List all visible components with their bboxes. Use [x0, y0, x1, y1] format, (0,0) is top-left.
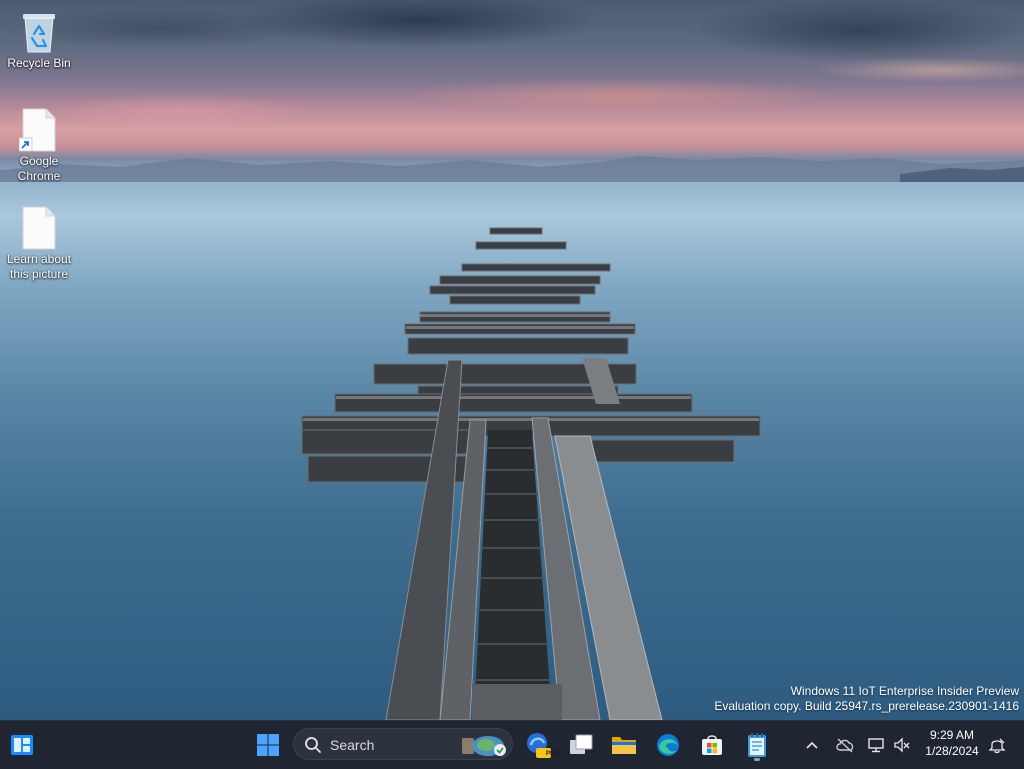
- desktop-icon-label: Learn about this picture: [6, 252, 72, 281]
- network-icon: [868, 738, 884, 753]
- speaker-muted-icon: [894, 737, 910, 753]
- chevron-up-icon: [806, 741, 818, 749]
- taskbar-search-box[interactable]: Search: [293, 728, 513, 760]
- windows-logo-icon: [257, 734, 279, 756]
- evaluation-watermark: Windows 11 IoT Enterprise Insider Previe…: [714, 684, 1019, 714]
- folder-icon: [612, 737, 636, 754]
- notifications-button[interactable]: [986, 721, 1008, 769]
- file-icon: [19, 206, 59, 250]
- task-view-button[interactable]: [563, 727, 599, 763]
- watermark-line-2: Evaluation copy. Build 25947.rs_prerelea…: [714, 699, 1019, 713]
- clock-time: 9:29 AM: [929, 728, 975, 742]
- desktop-icon-label: Google Chrome: [17, 154, 61, 183]
- copilot-button[interactable]: PRE: [520, 727, 559, 763]
- network-button[interactable]: [864, 721, 888, 769]
- show-hidden-icons-button[interactable]: [800, 721, 824, 769]
- task-view-icon: [570, 734, 593, 754]
- notification-bell-icon: [988, 738, 1006, 754]
- widgets-button[interactable]: [4, 727, 40, 763]
- desktop-wallpaper: Recycle Bin Google Chrome Learn about th…: [0, 0, 1024, 720]
- notepad-icon: [748, 733, 766, 757]
- onedrive-button[interactable]: [832, 721, 858, 769]
- running-indicator: [754, 758, 760, 761]
- store-icon: [702, 735, 722, 755]
- widgets-icon: [11, 735, 33, 755]
- copilot-pre-badge: PRE: [546, 751, 559, 757]
- search-placeholder: Search: [330, 737, 375, 753]
- recycle-bin-icon: [19, 10, 59, 54]
- desktop-icon-recycle-bin[interactable]: Recycle Bin: [2, 2, 76, 71]
- wooden-pier: [301, 227, 761, 720]
- file-explorer-button[interactable]: [606, 727, 642, 763]
- edge-icon: [657, 734, 679, 756]
- store-button[interactable]: [694, 727, 730, 763]
- watermark-line-1: Windows 11 IoT Enterprise Insider Previe…: [790, 684, 1019, 698]
- notepad-button[interactable]: [739, 727, 775, 763]
- shortcut-file-icon: [18, 108, 59, 152]
- search-highlight-icon: [462, 736, 506, 756]
- desktop-icon-learn-about-picture[interactable]: Learn about this picture: [2, 198, 76, 282]
- taskbar-clock[interactable]: 9:29 AM 1/28/2024: [917, 727, 987, 759]
- desktop-icon-google-chrome[interactable]: Google Chrome: [2, 100, 76, 184]
- edge-button[interactable]: [650, 727, 686, 763]
- cloud-offline-icon: [836, 738, 854, 753]
- desktop-icon-label: Recycle Bin: [7, 56, 71, 70]
- start-button[interactable]: [250, 727, 286, 763]
- volume-button[interactable]: [890, 721, 914, 769]
- taskbar: Search PRE 9:29 AM 1/28/2024: [0, 720, 1024, 769]
- clock-date: 1/28/2024: [925, 744, 979, 758]
- search-icon: [305, 737, 321, 753]
